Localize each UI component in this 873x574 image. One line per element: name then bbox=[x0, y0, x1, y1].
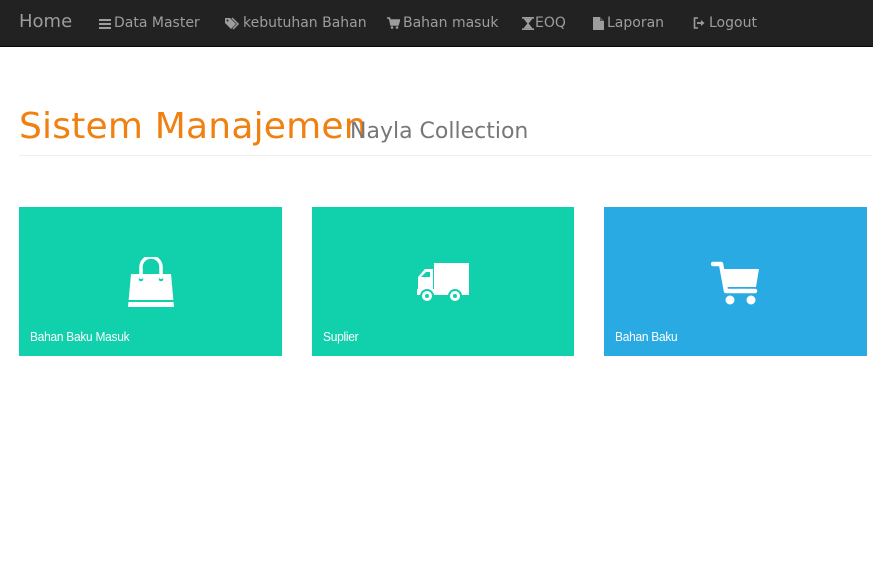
sign-out-icon bbox=[693, 17, 709, 29]
nav-laporan[interactable]: Laporan bbox=[593, 14, 664, 32]
home-brand-link[interactable]: Home bbox=[19, 10, 72, 34]
nav-laporan-label: Laporan bbox=[607, 15, 665, 31]
page-title: Sistem Manajemen bbox=[19, 106, 367, 147]
tile-bahan-baku-label: Bahan Baku bbox=[615, 329, 678, 344]
nav-kebutuhan-bahan[interactable]: kebutuhan Bahan bbox=[225, 14, 367, 32]
truck-icon bbox=[312, 257, 574, 303]
tile-suplier[interactable]: Suplier bbox=[312, 207, 574, 356]
tags-icon bbox=[225, 16, 243, 30]
cart-icon bbox=[604, 257, 867, 307]
tile-bahan-baku-masuk[interactable]: Bahan Baku Masuk bbox=[19, 207, 282, 356]
nav-eoq-label: EOQ bbox=[535, 15, 566, 31]
file-icon bbox=[593, 16, 607, 30]
tile-suplier-label: Suplier bbox=[323, 329, 359, 344]
nav-bahan-masuk-label: Bahan masuk bbox=[403, 15, 499, 31]
nav-kebutuhan-bahan-label: kebutuhan Bahan bbox=[243, 15, 367, 31]
page-header: Sistem Manajemen Nayla Collection bbox=[19, 105, 872, 156]
nav-bahan-masuk[interactable]: Bahan masuk bbox=[387, 14, 498, 32]
shopping-bag-icon bbox=[19, 257, 282, 309]
nav-logout[interactable]: Logout bbox=[693, 14, 757, 32]
nav-logout-label: Logout bbox=[709, 15, 757, 31]
menu-icon bbox=[99, 18, 114, 29]
nav-data-master[interactable]: Data Master bbox=[99, 14, 200, 32]
nav-eoq[interactable]: EOQ bbox=[522, 14, 566, 32]
nav-data-master-label: Data Master bbox=[114, 15, 200, 31]
top-navbar: Home Data Master kebutuhan Bahan Bahan m… bbox=[0, 0, 873, 47]
tile-bahan-baku-masuk-label: Bahan Baku Masuk bbox=[30, 329, 130, 344]
page-subtitle: Nayla Collection bbox=[350, 119, 529, 144]
tile-bahan-baku[interactable]: Bahan Baku bbox=[604, 207, 867, 356]
shopping-cart-icon bbox=[387, 17, 403, 29]
